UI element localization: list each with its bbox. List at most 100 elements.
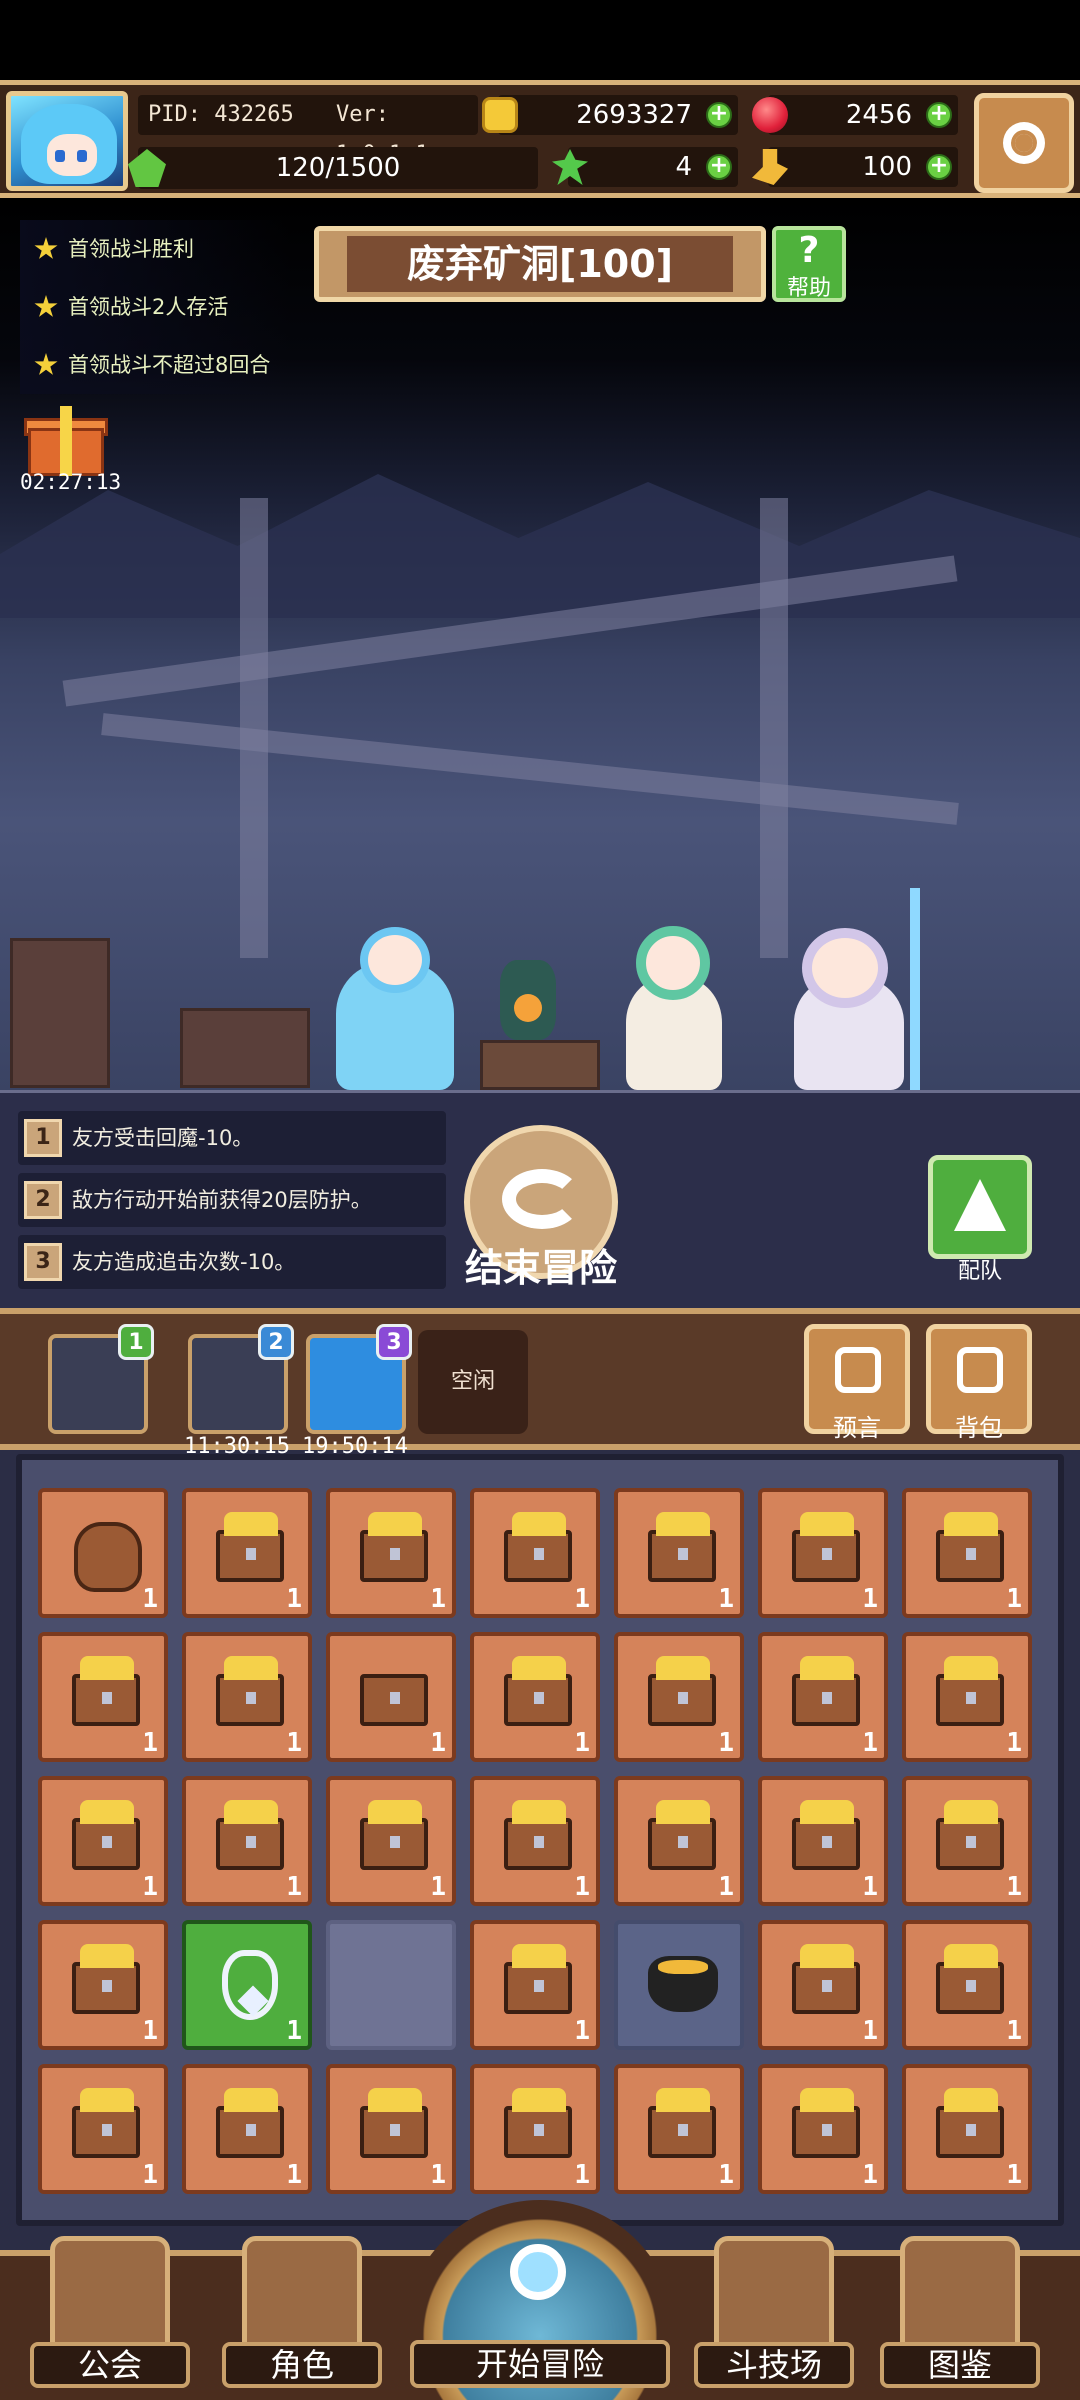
inventory-slot[interactable]: 1 xyxy=(614,2064,744,2194)
gold-counter: 2693327 + xyxy=(482,95,738,135)
character-ice-princess[interactable] xyxy=(330,913,460,1090)
inventory-slot[interactable]: 1 xyxy=(758,1488,888,1618)
inventory-slot[interactable]: 1 xyxy=(470,1776,600,1906)
nav-arena[interactable]: 斗技场 xyxy=(694,2236,854,2400)
inventory-slot[interactable]: 1 xyxy=(326,2064,456,2194)
treasure-chest-icon xyxy=(936,1800,1004,1870)
inventory-slot[interactable]: 1 xyxy=(902,1920,1032,2050)
end-adventure-button[interactable]: 结束冒险 xyxy=(458,1125,624,1295)
inventory-slot[interactable]: 1 xyxy=(470,1632,600,1762)
hud-row-resources: 120/1500 4 + 100 + xyxy=(128,147,968,189)
nav-start-adventure[interactable]: 开始冒险 xyxy=(404,2200,676,2400)
item-quantity: 1 xyxy=(718,2160,734,2190)
inventory-slot[interactable]: 1 xyxy=(326,1488,456,1618)
inventory-slot[interactable]: 1 xyxy=(614,1632,744,1762)
player-id-box: PID: 432265 Ver: 1.0.1.1 xyxy=(138,95,478,167)
expedition-slot-2[interactable]: 2 xyxy=(188,1324,294,1434)
settings-button[interactable] xyxy=(974,93,1074,193)
inventory-slot[interactable]: 1 xyxy=(182,1632,312,1762)
stage-title: 废弃矿洞[100] xyxy=(406,242,674,286)
character-green-bunny[interactable] xyxy=(618,898,730,1090)
nav-codex[interactable]: 图鉴 xyxy=(880,2236,1040,2400)
team-label: 配队 xyxy=(957,1259,1002,1284)
inventory-slot[interactable]: 1 xyxy=(38,1488,168,1618)
treasure-chest-icon xyxy=(216,1512,284,1582)
item-quantity: 1 xyxy=(286,2160,302,2190)
treasure-chest-icon xyxy=(360,2088,428,2158)
item-quantity: 1 xyxy=(430,1872,446,1902)
help-button[interactable]: ? 帮助 xyxy=(772,226,846,302)
gift-timer: 02:27:13 xyxy=(20,470,122,494)
quest-item: 首领战斗2人存活 xyxy=(20,278,290,336)
nav-guild[interactable]: 公会 xyxy=(30,2236,190,2400)
inventory-slot[interactable]: 1 xyxy=(470,2064,600,2194)
item-quantity: 1 xyxy=(718,1728,734,1758)
mine-scene: 首领战斗胜利 首领战斗2人存活 首领战斗不超过8回合 02:27:13 废弃矿洞… xyxy=(0,198,1080,1090)
treasure-chest-icon xyxy=(504,1656,572,1726)
loot-bag-icon xyxy=(74,1522,142,1592)
inventory-slot[interactable]: 1 xyxy=(614,1776,744,1906)
inventory-slot[interactable]: 1 xyxy=(902,1488,1032,1618)
prophecy-button[interactable]: 预言 xyxy=(804,1324,910,1442)
item-quantity: 1 xyxy=(142,1584,158,1614)
inventory-slot[interactable]: 1 xyxy=(758,1920,888,2050)
inventory-slot[interactable]: 1 xyxy=(182,1776,312,1906)
backpack-button[interactable]: 背包 xyxy=(926,1324,1032,1442)
character-fox-mage[interactable] xyxy=(760,888,940,1090)
expedition-slot-1[interactable]: 1 xyxy=(48,1324,154,1434)
gift-box-icon[interactable] xyxy=(24,406,108,476)
inventory-slot[interactable]: 1 xyxy=(182,2064,312,2194)
treasure-chest-icon xyxy=(72,2088,140,2158)
buff-panel: 1 友方受击回魔-10。 2 敌方行动开始前获得20层防护。 3 友方造成追击次… xyxy=(0,1090,1080,1308)
team-button[interactable]: 配队 xyxy=(928,1155,1032,1285)
inventory-slot[interactable]: 1 xyxy=(326,1632,456,1762)
add-keys-button[interactable]: + xyxy=(926,154,952,180)
treasure-chest-icon xyxy=(936,1656,1004,1726)
item-quantity: 1 xyxy=(574,1872,590,1902)
gem-amount: 2456 xyxy=(845,100,912,130)
magnifier-icon xyxy=(510,2244,566,2300)
player-avatar[interactable] xyxy=(6,91,128,191)
treasure-chest-icon xyxy=(504,1800,572,1870)
inventory-slot[interactable]: 1 xyxy=(470,1488,600,1618)
inventory-panel: 1 1 1 1 1 1 1 1 1 1 1 1 1 1 1 1 1 1 1 1 1 1 1 1 1 1 1 1 1 1 1 1 1 xyxy=(16,1454,1064,2226)
item-quantity: 1 xyxy=(286,1584,302,1614)
inventory-slot[interactable]: 1 xyxy=(38,1920,168,2050)
inventory-slot[interactable]: 1 xyxy=(758,1632,888,1762)
treasure-chest-icon xyxy=(936,1944,1004,2014)
inventory-slot[interactable]: 1 xyxy=(902,1776,1032,1906)
crossed-swords-icon xyxy=(714,2236,834,2356)
expedition-slot-3[interactable]: 3 xyxy=(306,1324,412,1434)
inventory-slot[interactable]: 1 xyxy=(470,1920,600,2050)
inventory-slot[interactable]: 1 xyxy=(38,1776,168,1906)
inventory-slot[interactable]: 1 xyxy=(38,1632,168,1762)
item-quantity: 1 xyxy=(574,2016,590,2046)
star-icon xyxy=(34,353,58,375)
treasure-chest-icon xyxy=(360,1800,428,1870)
treasure-chest-icon xyxy=(360,1512,428,1582)
add-gold-button[interactable]: + xyxy=(706,102,732,128)
add-clover-button[interactable]: + xyxy=(706,154,732,180)
inventory-slot[interactable]: 1 xyxy=(38,2064,168,2194)
buff-row: 3 友方造成追击次数-10。 xyxy=(18,1235,446,1289)
treasure-chest-icon xyxy=(504,1512,572,1582)
treasure-chest-icon xyxy=(648,2088,716,2158)
buff-row: 2 敌方行动开始前获得20层防护。 xyxy=(18,1173,446,1227)
inventory-slot[interactable]: 1 xyxy=(758,2064,888,2194)
inventory-slot[interactable]: 1 xyxy=(182,1920,312,2050)
nav-character[interactable]: 角色 xyxy=(222,2236,382,2400)
inventory-slot[interactable]: 1 xyxy=(902,1632,1032,1762)
inventory-slot[interactable] xyxy=(326,1920,456,2050)
inventory-slot[interactable]: 1 xyxy=(182,1488,312,1618)
inventory-slot[interactable]: 1 xyxy=(326,1776,456,1906)
treasure-chest-icon xyxy=(216,1800,284,1870)
treasure-chest-icon xyxy=(360,1674,428,1726)
inventory-slot[interactable]: 1 xyxy=(758,1776,888,1906)
inventory-slot[interactable]: 1 xyxy=(614,1488,744,1618)
guild-house-icon xyxy=(50,2236,170,2356)
inventory-slot[interactable] xyxy=(614,1920,744,2050)
empty-slot[interactable]: 空闲 xyxy=(418,1330,528,1434)
inventory-slot[interactable]: 1 xyxy=(902,2064,1032,2194)
return-arrow-icon xyxy=(502,1169,582,1229)
add-gems-button[interactable]: + xyxy=(926,102,952,128)
